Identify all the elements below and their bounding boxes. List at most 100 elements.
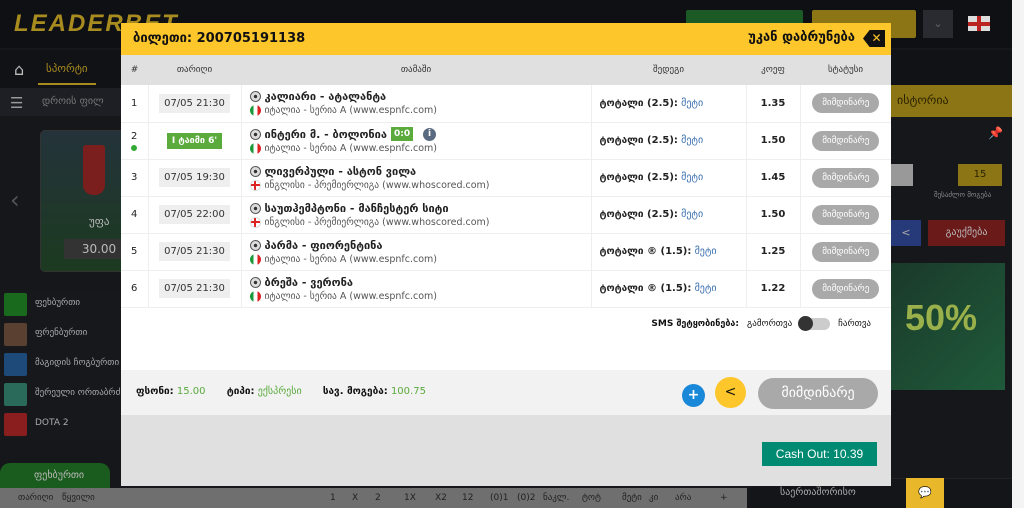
sport-item[interactable]: ფრენბურთი xyxy=(0,320,121,349)
ticket-title: ბილეთი: 200705191138 xyxy=(133,31,306,46)
chevron-left-icon[interactable]: ‹ xyxy=(10,186,20,214)
status-badge: მიმდინარე xyxy=(812,93,880,114)
odds-column: 2 xyxy=(375,493,381,503)
market: ტოტალი (2.5): xyxy=(599,97,678,109)
sport-icon xyxy=(4,293,27,316)
live-time: I ტაიმი 6' xyxy=(166,132,223,149)
country-flag-icon xyxy=(249,179,261,191)
odds-column: კი xyxy=(649,493,659,503)
type-label: ტიპი: xyxy=(226,386,255,397)
plus-icon[interactable]: + xyxy=(682,384,705,407)
nav-sport[interactable]: სპორტი xyxy=(38,62,96,85)
league: ინგლისი - პრემიერლიგა (www.whoscored.com… xyxy=(264,216,490,228)
football-icon xyxy=(249,202,261,214)
column-header: სტატუსი xyxy=(800,55,891,85)
league: იტალია - სერია A (www.espnfc.com) xyxy=(264,253,438,265)
sport-icon xyxy=(4,383,27,406)
live-dot-icon xyxy=(131,144,137,151)
table-row[interactable]: 4 07/05 22:00 საუთჰემპტონი - მანჩესტერ ს… xyxy=(121,196,891,234)
table-row[interactable]: 3 07/05 19:30 ლივერპული - ასტონ ვილა ინგ… xyxy=(121,159,891,197)
sport-icon xyxy=(4,323,27,346)
coefficient: 1.22 xyxy=(746,270,801,308)
home-icon[interactable]: ⌂ xyxy=(14,60,24,79)
odds-column: X2 xyxy=(435,493,447,503)
country-flag-icon xyxy=(249,143,261,154)
table-row[interactable]: 5 07/05 21:30 პარმა - ფიორენტინა იტალია … xyxy=(121,233,891,271)
match-name: კალიარი - ატალანტა xyxy=(264,90,387,104)
odds-column: (0)1 xyxy=(490,493,509,503)
close-icon[interactable]: ✕ xyxy=(863,30,885,47)
ticket-modal: ბილეთი: 200705191138 უკან დაბრუნება ✕ # თ… xyxy=(121,23,891,486)
table-row[interactable]: 2 I ტაიმი 6' ინტერი მ. - ბოლონია 0:0 i იტა… xyxy=(121,122,891,160)
chevron-down-icon[interactable]: ⌄ xyxy=(923,10,953,38)
share-icon[interactable]: < xyxy=(715,377,746,408)
football-icon xyxy=(249,239,261,251)
status-badge: მიმდინარე xyxy=(812,167,880,188)
football-icon xyxy=(249,128,261,140)
ticket-summary: ფსონი: 15.00 ტიპი: ექსპრესი სავ. მოგება:… xyxy=(121,370,891,415)
coefficient: 1.50 xyxy=(746,122,801,160)
selection: მეტი xyxy=(681,135,704,146)
match-banner[interactable]: უფა 30.00 xyxy=(40,130,134,272)
sports-list: ფეხბურთი ფრენბურთი მაგიდის ჩოგბურთი შერე… xyxy=(0,290,129,440)
football-icon xyxy=(249,165,261,177)
table-row[interactable]: 1 07/05 21:30 კალიარი - ატალანტა იტალია … xyxy=(121,85,891,123)
share-icon[interactable]: < xyxy=(891,220,921,246)
promo-banner[interactable]: 50% xyxy=(891,263,1005,390)
sms-off-label: გამორთვა xyxy=(747,319,793,329)
row-number: 4 xyxy=(131,209,138,220)
sport-item[interactable]: ფეხბურთი xyxy=(0,290,121,319)
cashout-button[interactable]: Cash Out: 10.39 xyxy=(762,442,877,466)
odds-column: (0)2 xyxy=(517,493,536,503)
match-name: ინტერი მ. - ბოლონია xyxy=(264,127,387,141)
sport-item[interactable]: შერეული ორთაბრძ... xyxy=(0,380,129,409)
cancel-button[interactable]: გაუქმება xyxy=(928,220,1005,246)
odds-header-bar: თარიღი წყვილი 1 X 2 1X X2 12 (0)1 (0)2 ნაკლ. ტოტ მეტ… xyxy=(0,488,747,508)
scrollbar-track[interactable] xyxy=(1012,0,1024,508)
georgia-flag-icon[interactable] xyxy=(968,16,990,31)
table-row[interactable]: 6 07/05 21:30 ბრეშა - ვერონა იტალია - სე… xyxy=(121,270,891,308)
stake-input[interactable] xyxy=(891,164,913,186)
sport-label: ფრენბურთი xyxy=(35,328,88,338)
team-crest xyxy=(83,145,105,195)
odds-column: 1X xyxy=(404,493,416,503)
row-number: 1 xyxy=(131,97,138,109)
market: ტოტალი (2.5): xyxy=(599,209,678,220)
match-date: 07/05 22:00 xyxy=(159,205,230,224)
sms-toggle[interactable] xyxy=(798,316,831,331)
column-header: შედეგი xyxy=(591,55,746,85)
time-filter[interactable]: დროის ფილ xyxy=(42,96,104,107)
info-icon[interactable]: i xyxy=(423,127,437,141)
selection: მეტი xyxy=(681,172,704,183)
coefficient: 1.35 xyxy=(746,85,801,123)
odds-column: ტოტ xyxy=(582,493,601,503)
status-badge: მიმდინარე xyxy=(812,204,880,225)
status-button[interactable]: მიმდინარე xyxy=(758,378,878,409)
market: ტოტალი (2.5): xyxy=(599,135,678,146)
tab-football[interactable]: ფეხბურთი xyxy=(0,463,110,488)
menu-icon[interactable]: ☰ xyxy=(10,94,23,112)
sms-label: SMS შეტყობინება: xyxy=(651,319,740,329)
sms-on-label: ჩართვა xyxy=(838,319,871,329)
back-button[interactable]: უკან დაბრუნება xyxy=(748,30,855,45)
status-badge: მიმდინარე xyxy=(812,278,880,299)
sport-item[interactable]: მაგიდის ჩოგბურთი xyxy=(0,350,121,379)
row-number: 6 xyxy=(131,283,138,294)
odds-column: ნაკლ. xyxy=(543,493,570,503)
stake-label: ფსონი: xyxy=(136,386,174,397)
column-header: თამაში xyxy=(241,55,591,85)
sport-icon xyxy=(4,413,27,436)
chat-icon[interactable]: 💬 xyxy=(906,478,944,508)
row-number: 5 xyxy=(131,246,138,257)
country-flag-icon xyxy=(249,253,261,265)
match-date: 07/05 21:30 xyxy=(159,279,230,298)
history-tab[interactable]: ისტორია xyxy=(891,85,1012,117)
bets-table: # თარიღი თამაში შედეგი კოეფ სტატუსი 1 07/05 2… xyxy=(121,55,891,308)
sport-item[interactable]: DOTA 2 xyxy=(0,410,121,439)
win-label: სავ. მოგება: xyxy=(322,386,388,397)
country-flag-icon xyxy=(249,105,261,117)
match-name: საუთჰემპტონი - მანჩესტერ სიტი xyxy=(264,201,449,215)
selection: მეტი xyxy=(681,97,704,109)
pin-icon[interactable]: 📌 xyxy=(988,126,1003,140)
country-flag-icon xyxy=(249,216,261,228)
